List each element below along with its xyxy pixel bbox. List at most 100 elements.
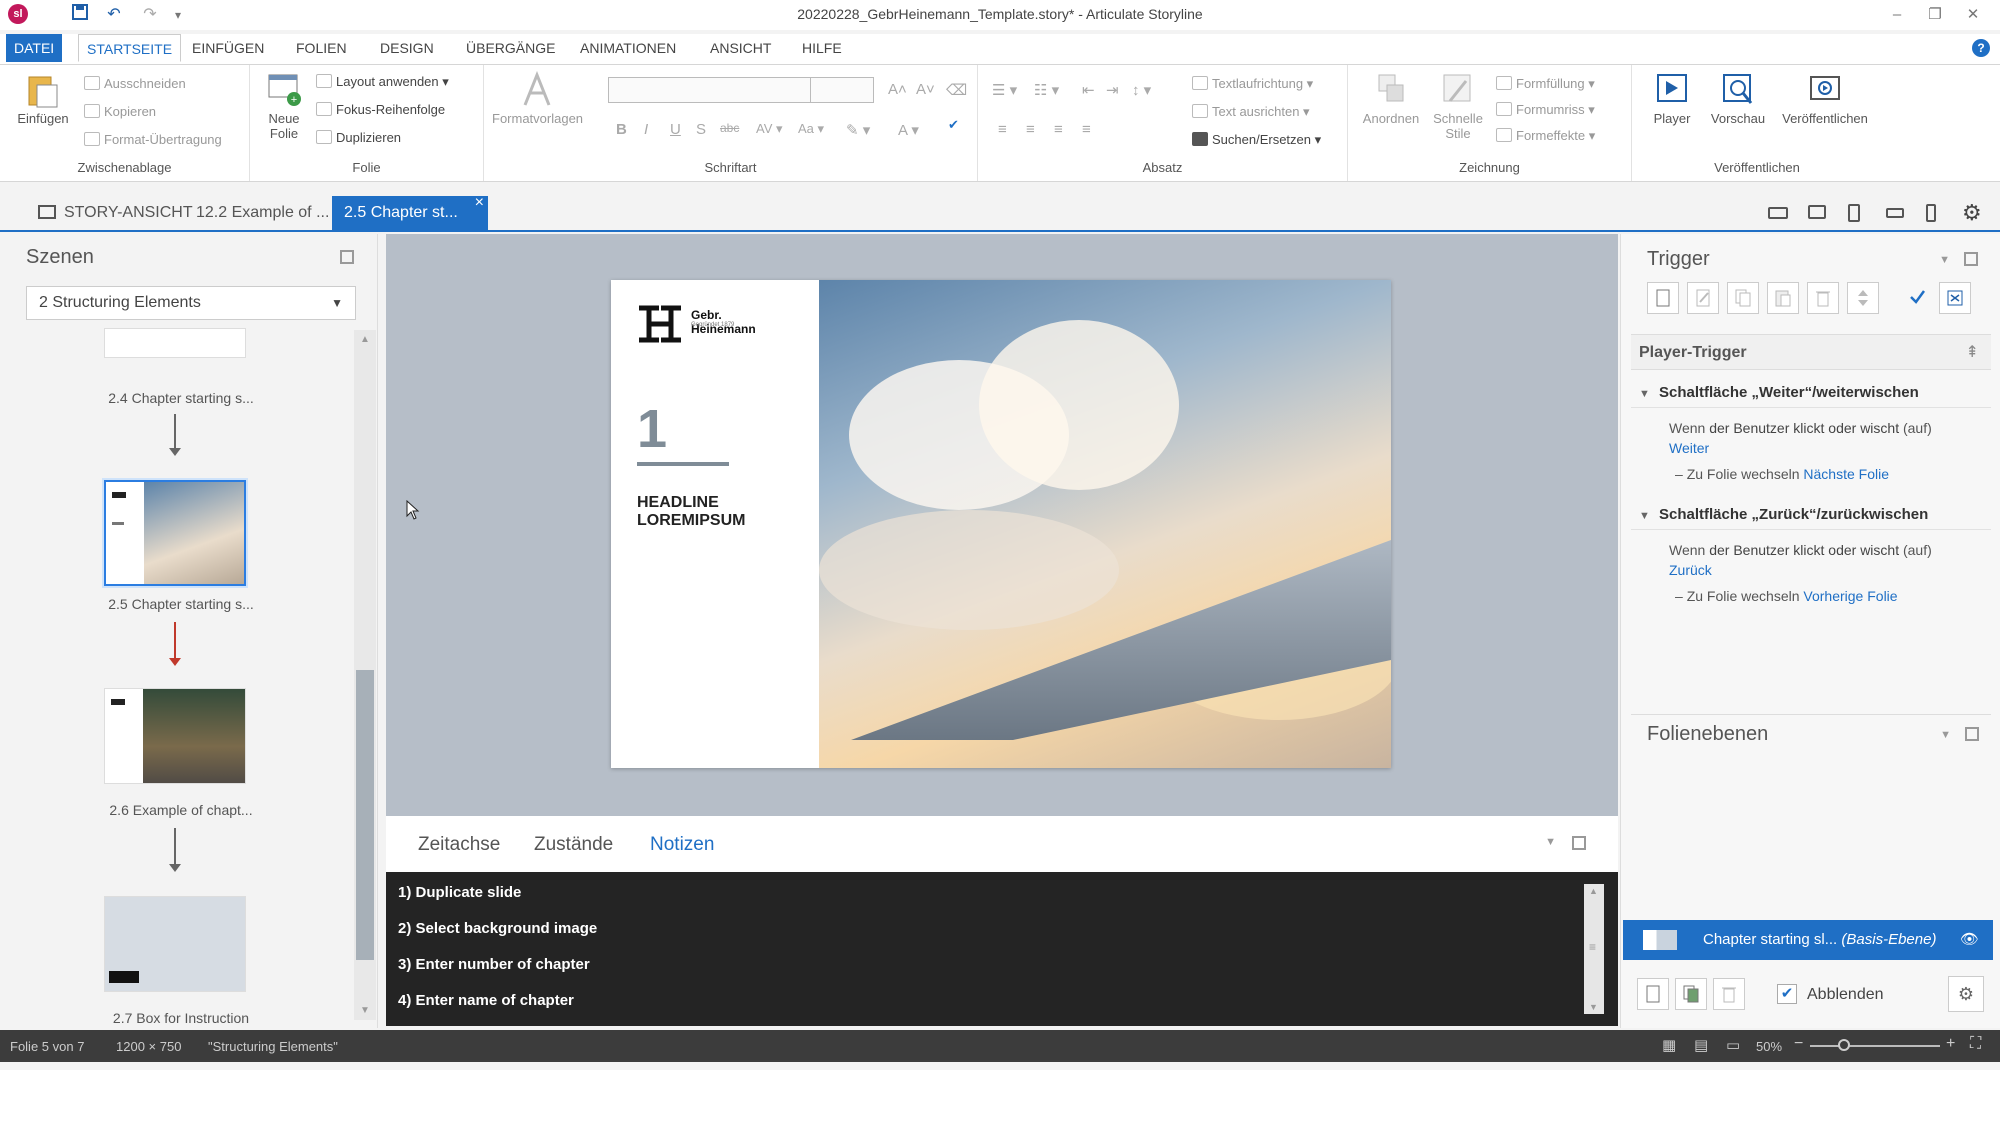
align-right-icon[interactable]: ≡ xyxy=(1054,121,1063,138)
trigger-condition[interactable]: Wenn der Benutzer klickt oder wischt (au… xyxy=(1669,420,1932,436)
scroll-grip-icon[interactable]: ≡ xyxy=(1589,940,1596,954)
player-button[interactable]: Player xyxy=(1636,71,1708,126)
font-family-select[interactable] xyxy=(608,77,814,103)
zoom-slider-knob[interactable] xyxy=(1838,1039,1850,1051)
panel-collapse-icon[interactable]: ▼ xyxy=(1939,254,1950,266)
italic-icon[interactable]: I xyxy=(644,121,648,138)
notes-scrollbar[interactable]: ▲ ≡ ▼ xyxy=(1584,884,1604,1014)
paste-trigger-button[interactable] xyxy=(1767,282,1799,314)
story-view-tab[interactable]: STORY-ANSICHT xyxy=(38,196,193,230)
new-trigger-button[interactable] xyxy=(1647,282,1679,314)
align-center-icon[interactable]: ≡ xyxy=(1026,121,1035,138)
help-icon[interactable]: ? xyxy=(1972,39,1990,57)
tab-notes[interactable]: Notizen xyxy=(650,834,714,856)
copy-trigger-button[interactable] xyxy=(1727,282,1759,314)
shrink-font-icon[interactable]: A˅ xyxy=(916,81,935,98)
scrollbar-thumb[interactable] xyxy=(356,670,374,960)
scroll-down-icon[interactable]: ▼ xyxy=(360,1005,370,1016)
align-left-icon[interactable]: ≡ xyxy=(998,121,1007,138)
shape-fill-button[interactable]: Formfüllung ▾ xyxy=(1496,73,1595,95)
preview-view-icon[interactable]: ▭ xyxy=(1726,1036,1740,1054)
tab-folien[interactable]: FOLIEN xyxy=(288,34,355,62)
layer-settings-button[interactable]: ⚙ xyxy=(1948,976,1984,1012)
indent-increase-icon[interactable]: ⇥ xyxy=(1106,81,1119,99)
tab-animationen[interactable]: ANIMATIONEN xyxy=(572,34,684,62)
slide-thumbnail[interactable] xyxy=(104,896,246,992)
cut-button[interactable]: Ausschneiden xyxy=(84,73,186,95)
text-direction-button[interactable]: Textlaufrichtung ▾ xyxy=(1192,73,1313,95)
trigger-condition[interactable]: Wenn der Benutzer klickt oder wischt (au… xyxy=(1669,542,1932,558)
doc-tab-chapter[interactable]: 2.5 Chapter st... × xyxy=(332,194,488,230)
clear-format-icon[interactable]: ⌫ xyxy=(946,81,967,99)
shadow-icon[interactable]: S xyxy=(696,121,706,138)
trigger-group-prev[interactable]: ▼ Schaltfläche „Zurück“/zurückwischen xyxy=(1631,500,1991,530)
apply-layout-button[interactable]: Layout anwenden ▾ xyxy=(316,71,449,93)
character-spacing-icon[interactable]: AV ▾ xyxy=(756,121,783,137)
panel-restore-icon[interactable] xyxy=(1965,727,1979,741)
grow-font-icon[interactable]: A˄ xyxy=(888,81,907,98)
tab-startseite[interactable]: STARTSEITE xyxy=(78,34,182,62)
shape-effects-button[interactable]: Formeffekte ▾ xyxy=(1496,125,1595,147)
edit-trigger-button[interactable] xyxy=(1687,282,1719,314)
scroll-up-icon[interactable]: ▲ xyxy=(360,334,370,345)
tab-design[interactable]: DESIGN xyxy=(372,34,442,62)
collapse-all-icon[interactable]: ⇞ xyxy=(1966,335,1979,371)
tablet-landscape-view-icon[interactable] xyxy=(1808,205,1826,219)
normal-view-icon[interactable]: ▤ xyxy=(1694,1036,1708,1054)
phone-landscape-view-icon[interactable] xyxy=(1886,208,1904,218)
grid-view-icon[interactable]: ▦ xyxy=(1662,1036,1676,1054)
tab-timeline[interactable]: Zeitachse xyxy=(418,834,500,856)
tab-ansicht[interactable]: ANSICHT xyxy=(702,34,779,62)
delete-layer-button[interactable] xyxy=(1713,978,1745,1010)
panel-restore-icon[interactable] xyxy=(1964,252,1978,266)
notes-area[interactable]: 1) Duplicate slide 2) Select background … xyxy=(386,872,1618,1026)
tab-einfuegen[interactable]: EINFÜGEN xyxy=(184,34,272,62)
tab-states[interactable]: Zustände xyxy=(534,834,613,856)
validate-trigger-button[interactable] xyxy=(1901,282,1933,314)
preview-button[interactable]: Vorschau xyxy=(1706,71,1770,126)
trigger-action[interactable]: – Zu Folie wechseln Nächste Folie xyxy=(1675,466,1889,482)
font-size-select[interactable] xyxy=(810,77,874,103)
tab-datei[interactable]: DATEI xyxy=(6,34,63,62)
slide-thumbnail-selected[interactable] xyxy=(102,478,248,588)
numbering-icon[interactable]: ☷ ▾ xyxy=(1034,81,1059,99)
fit-to-window-icon[interactable]: ⛶ xyxy=(1970,1035,1981,1053)
gear-icon[interactable]: ⚙ xyxy=(1962,200,1982,226)
player-triggers-header[interactable]: Player-Trigger ⇞ xyxy=(1631,334,1991,370)
duplicate-layer-button[interactable] xyxy=(1675,978,1707,1010)
tab-uebergaenge[interactable]: ÜBERGÄNGE xyxy=(458,34,563,62)
strikethrough-icon[interactable]: abc xyxy=(720,121,739,135)
close-button[interactable]: ✕ xyxy=(1956,2,1990,28)
arrange-button[interactable]: Anordnen xyxy=(1356,71,1426,126)
close-tab-icon[interactable]: × xyxy=(475,186,484,220)
duplicate-button[interactable]: Duplizieren xyxy=(316,127,401,149)
new-layer-button[interactable] xyxy=(1637,978,1669,1010)
phone-portrait-view-icon[interactable] xyxy=(1926,204,1936,222)
doc-tab-example[interactable]: 12.2 Example of ... xyxy=(196,196,329,230)
trigger-object-link[interactable]: Zurück xyxy=(1669,562,1712,578)
desktop-view-icon[interactable] xyxy=(1768,207,1788,219)
scroll-down-icon[interactable]: ▼ xyxy=(1589,1002,1598,1012)
zoom-slider[interactable] xyxy=(1810,1045,1940,1047)
chapter-number[interactable]: 1 xyxy=(637,398,667,460)
slide-thumbnail[interactable] xyxy=(104,688,246,784)
tab-hilfe[interactable]: HILFE xyxy=(794,34,850,62)
move-trigger-button[interactable] xyxy=(1847,282,1879,314)
scenes-scrollbar[interactable]: ▲ ▼ xyxy=(354,330,376,1020)
justify-icon[interactable]: ≡ xyxy=(1082,121,1091,138)
panel-collapse-icon[interactable]: ▼ xyxy=(1545,836,1556,848)
trigger-group-next[interactable]: ▼ Schaltfläche „Weiter“/weiterwischen xyxy=(1631,378,1991,408)
variables-button[interactable] xyxy=(1939,282,1971,314)
scene-select[interactable]: 2 Structuring Elements ▼ xyxy=(26,286,356,320)
chapter-headline[interactable]: HEADLINE LOREMIPSUM xyxy=(637,494,797,530)
underline-icon[interactable]: U xyxy=(670,121,681,138)
publish-button[interactable]: Veröffentlichen xyxy=(1772,71,1878,126)
base-layer-row[interactable]: Chapter starting sl... (Basis-Ebene) 👁 xyxy=(1623,920,1993,960)
new-slide-button[interactable]: + Neue Folie xyxy=(258,71,310,141)
trigger-action-target[interactable]: Nächste Folie xyxy=(1803,466,1889,482)
scroll-up-icon[interactable]: ▲ xyxy=(1589,886,1598,896)
zoom-out-icon[interactable]: − xyxy=(1794,1035,1803,1053)
trigger-object[interactable]: Zurück xyxy=(1669,562,1712,578)
paste-button[interactable]: Einfügen xyxy=(8,71,78,126)
change-case-icon[interactable]: Aa ▾ xyxy=(798,121,824,137)
